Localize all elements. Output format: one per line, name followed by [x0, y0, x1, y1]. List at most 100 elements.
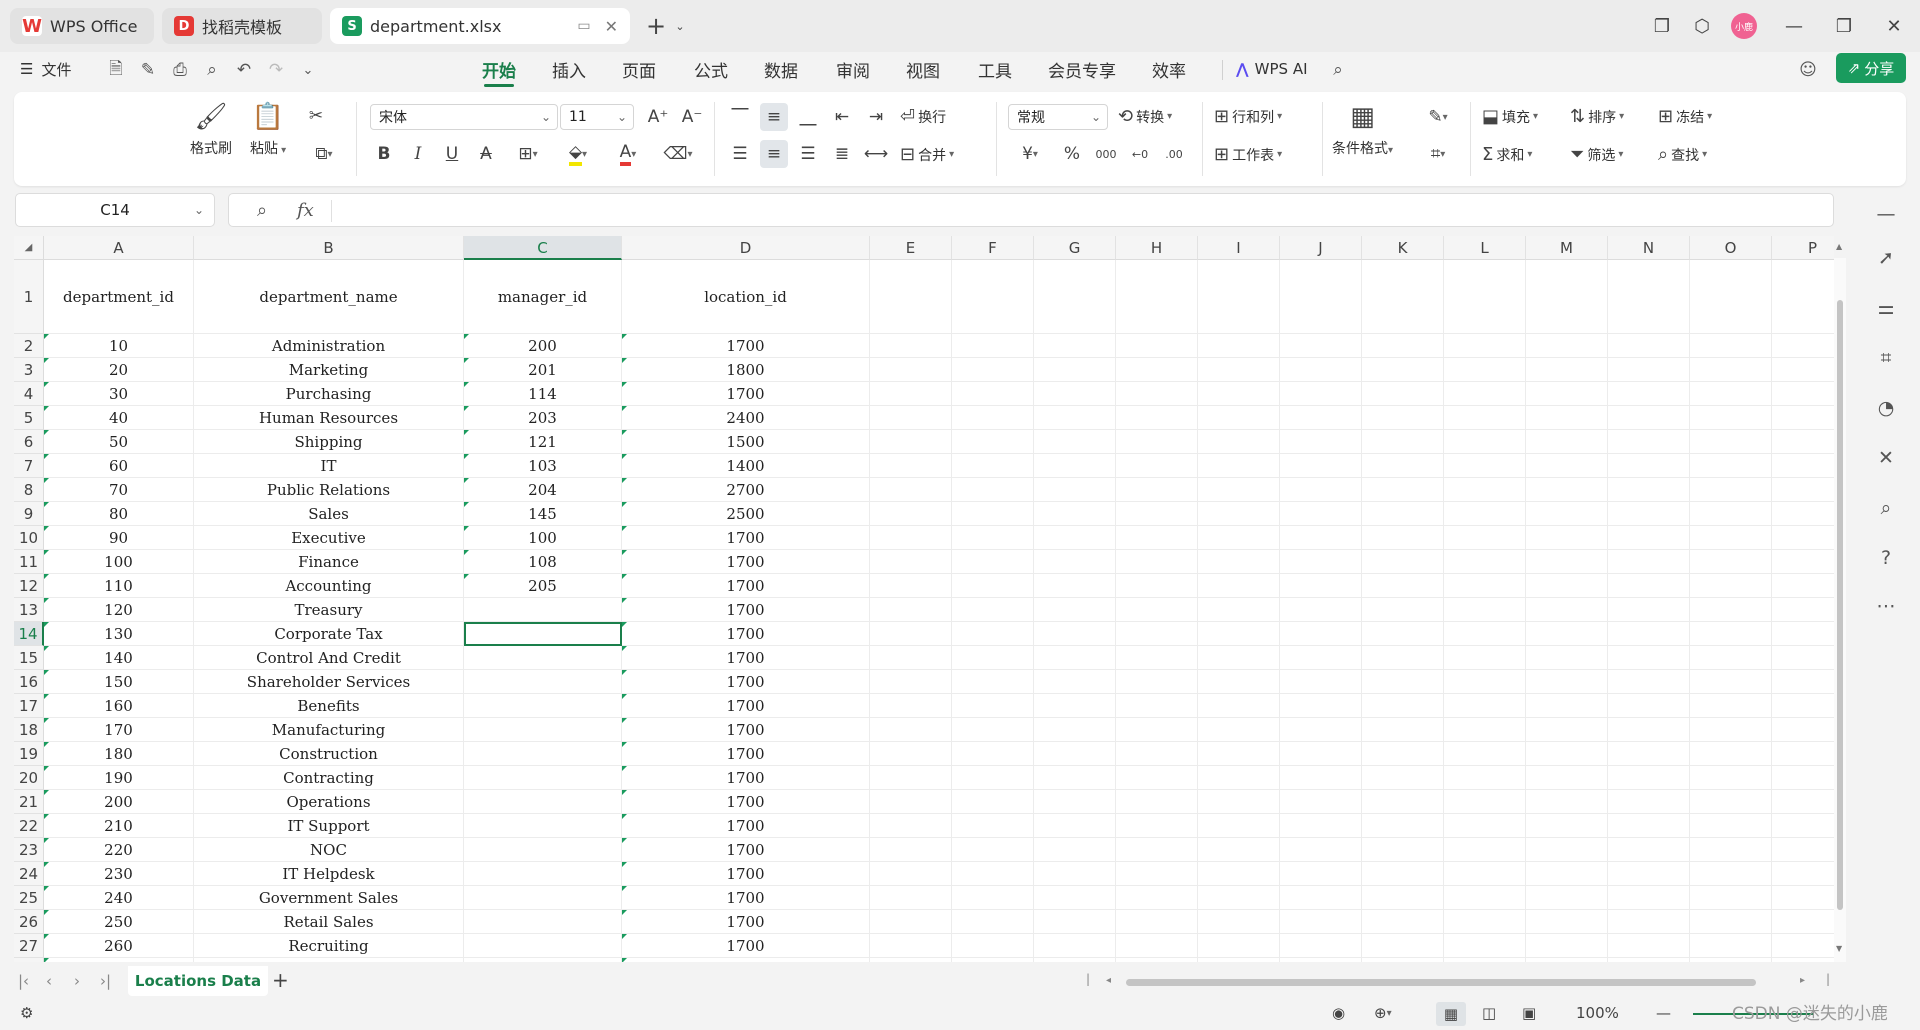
empty-cell[interactable]: [952, 358, 1034, 382]
window-close-icon[interactable]: ✕: [1880, 12, 1908, 40]
freeze-button[interactable]: ⊞ 冻结 ▾: [1658, 106, 1712, 127]
column-header-a[interactable]: A: [44, 236, 194, 260]
empty-cell[interactable]: [1198, 862, 1280, 886]
empty-cell[interactable]: [1116, 862, 1198, 886]
empty-cell[interactable]: [1116, 838, 1198, 862]
empty-cell[interactable]: [1444, 742, 1526, 766]
empty-cell[interactable]: [1280, 406, 1362, 430]
chart-icon[interactable]: ◔: [1874, 396, 1898, 420]
empty-cell[interactable]: [1198, 838, 1280, 862]
currency-icon[interactable]: ¥ ▾: [1010, 140, 1050, 168]
empty-cell[interactable]: [1362, 406, 1444, 430]
manager-id-cell[interactable]: 103: [464, 454, 622, 478]
column-header-k[interactable]: K: [1362, 236, 1444, 260]
empty-cell[interactable]: [1034, 886, 1116, 910]
department-id-cell[interactable]: 40: [44, 406, 194, 430]
font-size-select[interactable]: 11 ⌄: [560, 104, 634, 130]
empty-cell[interactable]: [1772, 334, 1834, 358]
empty-cell[interactable]: [1362, 598, 1444, 622]
empty-cell[interactable]: [1198, 958, 1280, 962]
manager-id-cell[interactable]: [464, 886, 622, 910]
department-name-cell[interactable]: IT Helpdesk: [194, 862, 464, 886]
scroll-thumb[interactable]: [1837, 300, 1843, 910]
empty-cell[interactable]: [1116, 260, 1198, 334]
empty-cell[interactable]: [1690, 622, 1772, 646]
empty-cell[interactable]: [1034, 694, 1116, 718]
empty-cell[interactable]: [1608, 766, 1690, 790]
department-name-cell[interactable]: Control And Credit: [194, 646, 464, 670]
empty-cell[interactable]: [952, 910, 1034, 934]
empty-cell[interactable]: [1690, 838, 1772, 862]
macro-icon[interactable]: ⚙: [20, 1004, 33, 1022]
empty-cell[interactable]: [1034, 862, 1116, 886]
empty-cell[interactable]: [1772, 934, 1834, 958]
empty-cell[interactable]: [1280, 910, 1362, 934]
department-id-cell[interactable]: 130: [44, 622, 194, 646]
department-name-cell[interactable]: Administration: [194, 334, 464, 358]
justify-icon[interactable]: ≣: [828, 140, 856, 168]
empty-cell[interactable]: [1772, 598, 1834, 622]
empty-cell[interactable]: [952, 550, 1034, 574]
department-id-cell[interactable]: 160: [44, 694, 194, 718]
department-name-cell[interactable]: Government Sales: [194, 886, 464, 910]
empty-cell[interactable]: [1444, 454, 1526, 478]
department-name-cell[interactable]: Recruiting: [194, 934, 464, 958]
empty-cell[interactable]: [1690, 430, 1772, 454]
add-sheet-icon[interactable]: +: [272, 968, 289, 992]
empty-cell[interactable]: [1116, 958, 1198, 962]
manager-id-cell[interactable]: 205: [464, 574, 622, 598]
empty-cell[interactable]: [1034, 646, 1116, 670]
empty-cell[interactable]: [1116, 790, 1198, 814]
align-right-icon[interactable]: ☰: [794, 140, 822, 168]
first-sheet-icon[interactable]: |‹: [18, 972, 29, 990]
prev-sheet-icon[interactable]: ‹: [46, 972, 52, 990]
empty-cell[interactable]: [870, 814, 952, 838]
empty-cell[interactable]: [1690, 502, 1772, 526]
department-id-cell[interactable]: 200: [44, 790, 194, 814]
empty-cell[interactable]: [1280, 790, 1362, 814]
empty-cell[interactable]: [1690, 260, 1772, 334]
location-id-cell[interactable]: 1700: [622, 862, 870, 886]
font-name-select[interactable]: 宋体 ⌄: [370, 104, 558, 130]
column-header-f[interactable]: F: [952, 236, 1034, 260]
empty-cell[interactable]: [1362, 454, 1444, 478]
row-header[interactable]: 13: [14, 598, 44, 622]
redo-icon[interactable]: ↷: [264, 58, 288, 82]
empty-cell[interactable]: [1526, 406, 1608, 430]
empty-cell[interactable]: [1198, 646, 1280, 670]
empty-cell[interactable]: [1034, 382, 1116, 406]
empty-cell[interactable]: [952, 622, 1034, 646]
empty-cell[interactable]: [1690, 358, 1772, 382]
empty-cell[interactable]: [870, 526, 952, 550]
empty-cell[interactable]: [1772, 862, 1834, 886]
select-all-corner[interactable]: ◢: [14, 236, 44, 260]
empty-cell[interactable]: [1034, 838, 1116, 862]
sort-button[interactable]: ⇅ 排序 ▾: [1570, 106, 1624, 127]
empty-cell[interactable]: [870, 502, 952, 526]
empty-cell[interactable]: [1772, 886, 1834, 910]
empty-cell[interactable]: [1526, 622, 1608, 646]
convert-button[interactable]: ⟲ 转换 ▾: [1118, 106, 1172, 127]
empty-cell[interactable]: [870, 598, 952, 622]
crop-icon[interactable]: ⌗: [1874, 346, 1898, 370]
empty-cell[interactable]: [870, 718, 952, 742]
empty-cell[interactable]: [1280, 526, 1362, 550]
empty-cell[interactable]: [1772, 406, 1834, 430]
fill-button[interactable]: ⬓ 填充 ▾: [1482, 106, 1538, 127]
manager-id-cell[interactable]: [464, 646, 622, 670]
empty-cell[interactable]: [1280, 838, 1362, 862]
empty-cell[interactable]: [1444, 694, 1526, 718]
empty-cell[interactable]: [1198, 502, 1280, 526]
menu-tab-review[interactable]: 审阅: [836, 56, 870, 82]
empty-cell[interactable]: [1280, 334, 1362, 358]
empty-cell[interactable]: [1444, 814, 1526, 838]
empty-cell[interactable]: [1198, 670, 1280, 694]
align-middle-icon[interactable]: ≡: [760, 103, 788, 131]
paste-button[interactable]: 📋 粘贴 ▾: [250, 102, 286, 158]
empty-cell[interactable]: [1280, 742, 1362, 766]
empty-cell[interactable]: [952, 958, 1034, 962]
empty-cell[interactable]: [952, 502, 1034, 526]
empty-cell[interactable]: [1198, 598, 1280, 622]
empty-cell[interactable]: [1034, 790, 1116, 814]
empty-cell[interactable]: [1526, 574, 1608, 598]
